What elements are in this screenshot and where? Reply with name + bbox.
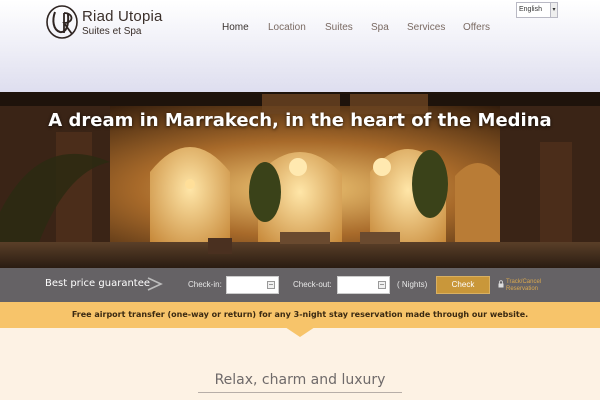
nav-item-suites[interactable]: Suites [325, 22, 353, 33]
best-price-label: Best price guarantee [45, 278, 151, 289]
calendar-icon[interactable] [267, 281, 275, 289]
hero-title: A dream in Marrakech, in the heart of th… [48, 110, 552, 131]
track-link-line1: Track/Cancel [506, 279, 542, 285]
language-selected-value: English [519, 6, 542, 13]
nav-item-services[interactable]: Services [407, 22, 445, 33]
section-divider [198, 392, 402, 393]
dropdown-arrow-icon: ▾ [550, 3, 557, 17]
main-nav: Home Location Suites Spa Services Offers [0, 22, 600, 38]
calendar-icon[interactable] [378, 281, 386, 289]
check-availability-button[interactable]: Check [436, 276, 490, 294]
nights-count: ( Nights) [397, 280, 428, 289]
nav-item-offers[interactable]: Offers [463, 22, 490, 33]
track-cancel-reservation-link[interactable]: Track/Cancel Reservation [506, 279, 556, 293]
intro-section: Relax, charm and luxury [0, 328, 600, 400]
checkin-input[interactable] [226, 276, 279, 294]
lock-icon [498, 280, 504, 288]
nav-item-home[interactable]: Home [222, 22, 249, 33]
notice-pointer [285, 327, 315, 337]
nav-item-location[interactable]: Location [268, 22, 306, 33]
site-header: Riad Utopia Suites et Spa Home Location … [0, 0, 600, 92]
hero-banner: A dream in Marrakech, in the heart of th… [0, 92, 600, 268]
promo-notice-text: Free airport transfer (one-way or return… [71, 310, 529, 319]
language-select[interactable]: English ▾ [516, 2, 558, 18]
checkout-input[interactable] [337, 276, 390, 294]
checkout-label: Check-out: [293, 280, 332, 289]
checkin-label: Check-in: [188, 280, 222, 289]
promo-notice-bar: Free airport transfer (one-way or return… [0, 302, 600, 328]
chevron-right-icon [147, 277, 163, 291]
section-title: Relax, charm and luxury [214, 372, 386, 388]
track-link-line2: Reservation [506, 286, 539, 292]
nav-item-spa[interactable]: Spa [371, 22, 389, 33]
